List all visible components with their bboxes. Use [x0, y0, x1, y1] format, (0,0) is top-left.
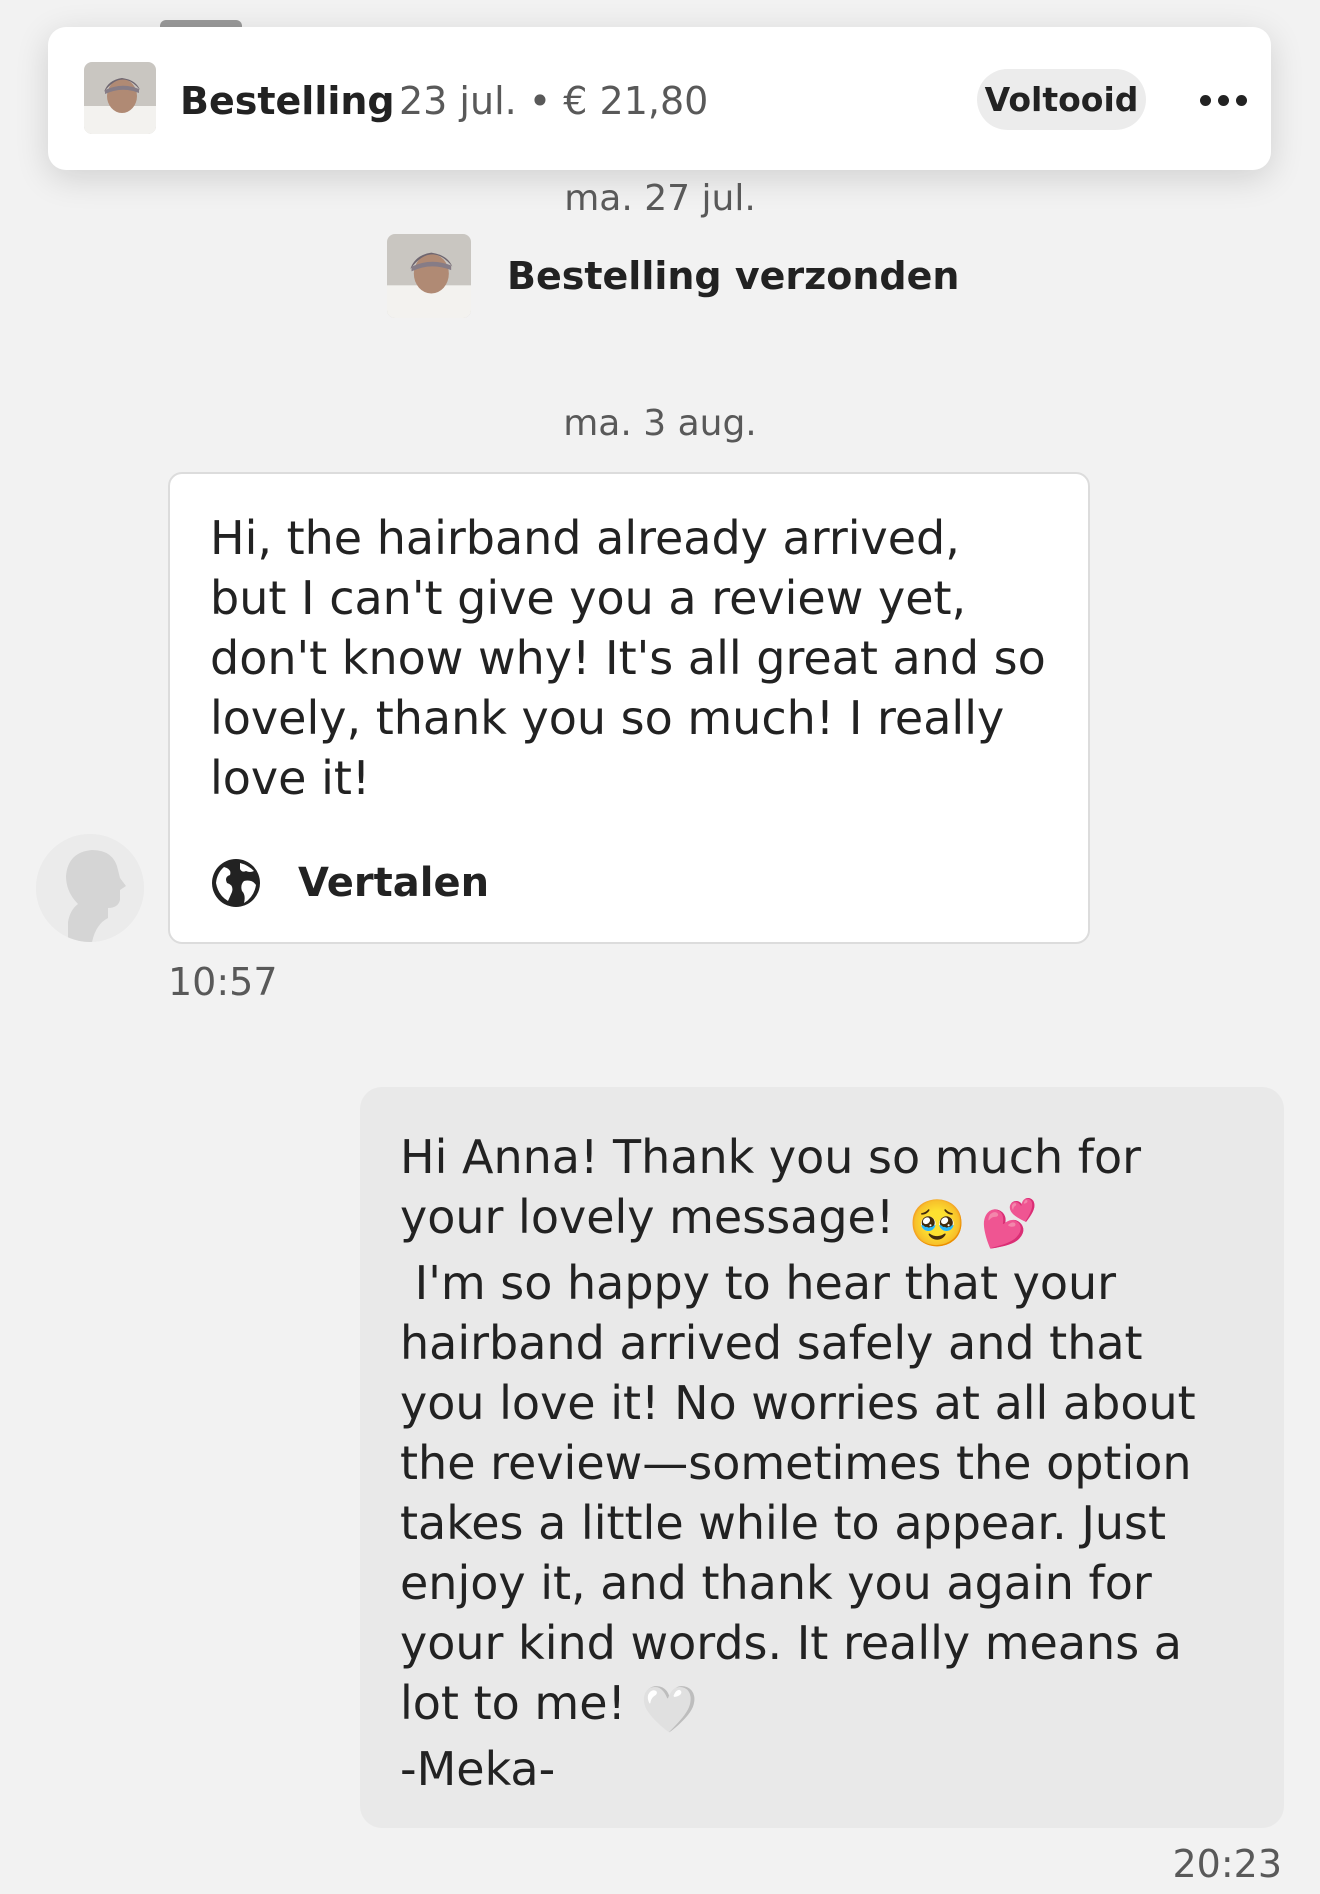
outgoing-message-bubble: Hi Anna! Thank you so much for your love…	[360, 1087, 1284, 1828]
order-summary-card[interactable]: Bestelling 23 jul. • € 21,80 Voltooid	[48, 27, 1271, 170]
message-timestamp: 20:23	[1172, 1842, 1282, 1886]
incoming-message-bubble: Hi, the hairband already arrived, but I …	[168, 472, 1090, 944]
outgoing-message-text: Hi Anna! Thank you so much for your love…	[400, 1127, 1260, 1799]
two-hearts-emoji: 💕	[980, 1196, 1039, 1250]
incoming-message-text: Hi, the hairband already arrived, but I …	[210, 511, 1046, 805]
pleading-face-emoji: 🥹	[908, 1196, 967, 1250]
more-options-button[interactable]	[1190, 82, 1256, 118]
date-separator: ma. 3 aug.	[563, 403, 757, 444]
default-user-avatar-icon[interactable]	[36, 834, 144, 942]
order-date-and-price: 23 jul. • € 21,80	[399, 79, 709, 123]
translate-button[interactable]: Vertalen	[210, 848, 489, 918]
message-line: Hi Anna! Thank you so much for	[400, 1130, 1142, 1184]
more-horizontal-icon	[1199, 94, 1211, 106]
order-product-thumbnail	[387, 234, 471, 318]
order-title: Bestelling	[180, 79, 395, 123]
message-timestamp: 10:57	[168, 960, 278, 1004]
globe-icon	[212, 859, 260, 907]
message-body: I'm so happy to hear that your hairband …	[400, 1256, 1196, 1730]
order-status-badge: Voltooid	[977, 69, 1146, 130]
event-label: Bestelling verzonden	[507, 254, 960, 298]
order-product-thumbnail	[84, 62, 156, 134]
order-shipped-event: Bestelling verzonden	[387, 234, 987, 318]
message-signature: -Meka-	[400, 1742, 556, 1796]
translate-label: Vertalen	[298, 860, 490, 906]
white-heart-emoji: 🤍	[640, 1682, 698, 1736]
date-separator: ma. 27 jul.	[564, 178, 756, 219]
message-line: your lovely message!	[400, 1190, 909, 1244]
